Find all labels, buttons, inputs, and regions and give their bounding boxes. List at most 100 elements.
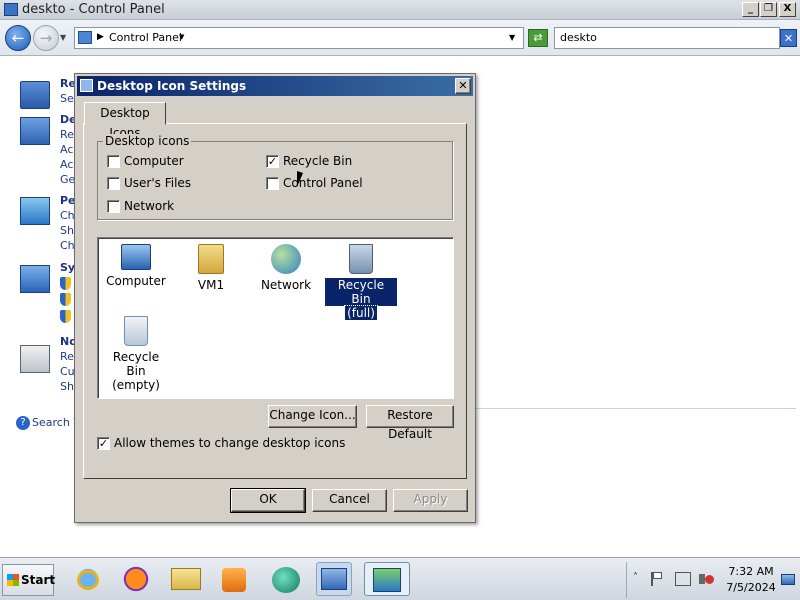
checkbox[interactable] bbox=[107, 177, 120, 190]
user-folder-icon bbox=[198, 244, 224, 274]
dialog-title: Desktop Icon Settings bbox=[97, 79, 247, 93]
cp-link[interactable]: Se bbox=[60, 92, 74, 105]
window-title-bar: deskto - Control Panel _ ❐ X bbox=[0, 0, 800, 20]
checkbox-label: Computer bbox=[124, 154, 184, 168]
checkbox-checked[interactable]: ✓ bbox=[266, 155, 279, 168]
cp-link[interactable]: Sh bbox=[60, 224, 74, 237]
control-panel-app-icon bbox=[4, 3, 18, 16]
network-globe-icon bbox=[271, 244, 301, 274]
cp-link[interactable]: Ch bbox=[60, 239, 75, 252]
checkbox-label: Control Panel bbox=[283, 176, 363, 190]
recycle-bin-empty-icon bbox=[124, 316, 148, 346]
restore-default-button[interactable]: Restore Default bbox=[366, 405, 454, 441]
icon-label-line1: Recycle Bin bbox=[324, 277, 398, 307]
start-button[interactable]: Start bbox=[2, 564, 55, 596]
cp-link[interactable]: Re bbox=[60, 128, 74, 141]
window-title: deskto - Control Panel bbox=[22, 2, 165, 17]
recent-pages-chevron-icon[interactable]: ▼ bbox=[60, 33, 66, 42]
show-desktop-icon[interactable] bbox=[781, 574, 795, 585]
cp-link[interactable]: Cu bbox=[60, 365, 75, 378]
address-history-chevron-icon[interactable]: ▼ bbox=[509, 33, 515, 42]
ok-button[interactable]: OK bbox=[230, 488, 306, 513]
cp-link[interactable]: Sh bbox=[60, 380, 74, 393]
dialog-title-bar[interactable]: Desktop Icon Settings ✕ bbox=[77, 76, 473, 96]
back-button[interactable]: ← bbox=[5, 25, 31, 51]
list-item-vm1[interactable]: VM1 bbox=[175, 244, 247, 292]
clock-time[interactable]: 7:32 AM bbox=[721, 565, 781, 578]
breadcrumb-control-panel[interactable]: Control Panel bbox=[109, 31, 182, 44]
change-icon-button[interactable]: Change Icon... bbox=[268, 405, 357, 428]
cp-link[interactable]: Ge bbox=[60, 173, 75, 186]
show-hidden-icons-icon[interactable]: ˄ bbox=[633, 572, 638, 583]
group-label: Desktop icons bbox=[103, 134, 192, 148]
list-item-recycle-bin-full[interactable]: Recycle Bin (full) bbox=[324, 244, 398, 321]
cp-link[interactable]: Ac bbox=[60, 143, 73, 156]
personalization-icon bbox=[20, 197, 50, 225]
search-input[interactable]: deskto bbox=[554, 27, 780, 49]
clock-date[interactable]: 7/5/2024 bbox=[721, 581, 781, 594]
icon-label: VM1 bbox=[197, 278, 225, 292]
checkbox-checked[interactable]: ✓ bbox=[97, 437, 110, 450]
file-explorer-icon[interactable] bbox=[168, 562, 204, 596]
cp-link[interactable]: Ch bbox=[60, 209, 75, 222]
internet-explorer-icon[interactable] bbox=[70, 562, 106, 596]
close-button[interactable]: X bbox=[779, 2, 796, 17]
clear-search-icon[interactable]: ✕ bbox=[780, 29, 797, 47]
network-status-icon[interactable] bbox=[675, 572, 691, 586]
list-item-recycle-bin-empty[interactable]: Recycle Bin (empty) bbox=[100, 316, 172, 392]
cancel-button[interactable]: Cancel bbox=[312, 489, 387, 512]
address-box[interactable]: ▶ Control Panel ▼ ▼ bbox=[74, 27, 524, 49]
apply-button[interactable]: Apply bbox=[393, 489, 468, 512]
control-panel-icon bbox=[78, 31, 92, 44]
help-icon: ? bbox=[16, 416, 30, 430]
list-item-network[interactable]: Network bbox=[250, 244, 322, 292]
app-green-icon[interactable] bbox=[268, 562, 304, 596]
breadcrumb-separator-icon[interactable]: ▶ bbox=[97, 32, 104, 42]
divider bbox=[476, 408, 796, 409]
volume-muted-icon[interactable] bbox=[699, 572, 714, 586]
taskbar: Start ˄ 7:32 AM 7/5/2024 bbox=[0, 557, 800, 600]
checkbox[interactable] bbox=[266, 177, 279, 190]
mouse-cursor-icon bbox=[297, 171, 303, 187]
firefox-icon[interactable] bbox=[118, 562, 154, 596]
icon-label-line2: (full) bbox=[344, 305, 378, 321]
minimize-button[interactable]: _ bbox=[742, 2, 759, 17]
forward-arrow-icon: → bbox=[39, 29, 53, 47]
action-center-icon bbox=[20, 81, 50, 109]
notification-area-icon bbox=[20, 345, 50, 373]
cp-link[interactable]: Re bbox=[60, 350, 74, 363]
computer-icon bbox=[121, 244, 151, 270]
cp-link[interactable]: Ac bbox=[60, 158, 73, 171]
shield-icon bbox=[60, 277, 71, 290]
forward-button[interactable]: → bbox=[33, 25, 59, 51]
close-icon: ✕ bbox=[458, 79, 468, 92]
checkbox-label: Allow themes to change desktop icons bbox=[114, 436, 346, 450]
cp-section-title[interactable]: Sy bbox=[60, 261, 75, 274]
system-tray: ˄ 7:32 AM 7/5/2024 bbox=[626, 562, 800, 598]
checkbox-label: Network bbox=[124, 199, 175, 213]
refresh-icon[interactable]: ⇄ bbox=[528, 29, 548, 47]
media-player-icon[interactable] bbox=[216, 562, 252, 596]
display-icon bbox=[20, 117, 50, 145]
icon-label-line1: Recycle Bin bbox=[112, 350, 160, 378]
checkbox-label: Recycle Bin bbox=[283, 154, 353, 168]
recycle-bin-full-icon bbox=[349, 244, 373, 274]
shield-icon bbox=[60, 310, 71, 323]
shield-icon bbox=[60, 293, 71, 306]
tab-desktop-icons[interactable]: Desktop Icons bbox=[84, 102, 166, 140]
icon-label: Computer bbox=[106, 274, 166, 288]
server-manager-icon[interactable] bbox=[316, 562, 352, 596]
control-panel-icon[interactable] bbox=[364, 562, 410, 596]
checkbox-label: User's Files bbox=[124, 176, 192, 190]
list-item-computer[interactable]: Computer bbox=[100, 244, 172, 288]
dialog-close-button[interactable]: ✕ bbox=[455, 78, 471, 94]
windows-logo-icon bbox=[7, 574, 19, 586]
navigation-bar: ← → ▼ ▶ Control Panel ▼ ▼ ⇄ deskto ✕ bbox=[0, 20, 800, 56]
action-center-flag-icon[interactable] bbox=[651, 572, 663, 586]
checkbox[interactable] bbox=[107, 155, 120, 168]
desktop-icon-list[interactable]: Computer VM1 Network Recycle Bin (full) … bbox=[97, 237, 454, 399]
restore-button[interactable]: ❐ bbox=[760, 2, 777, 17]
breadcrumb-dropdown-icon[interactable]: ▼ bbox=[179, 33, 184, 41]
desktop-settings-icon bbox=[80, 79, 93, 92]
checkbox[interactable] bbox=[107, 200, 120, 213]
